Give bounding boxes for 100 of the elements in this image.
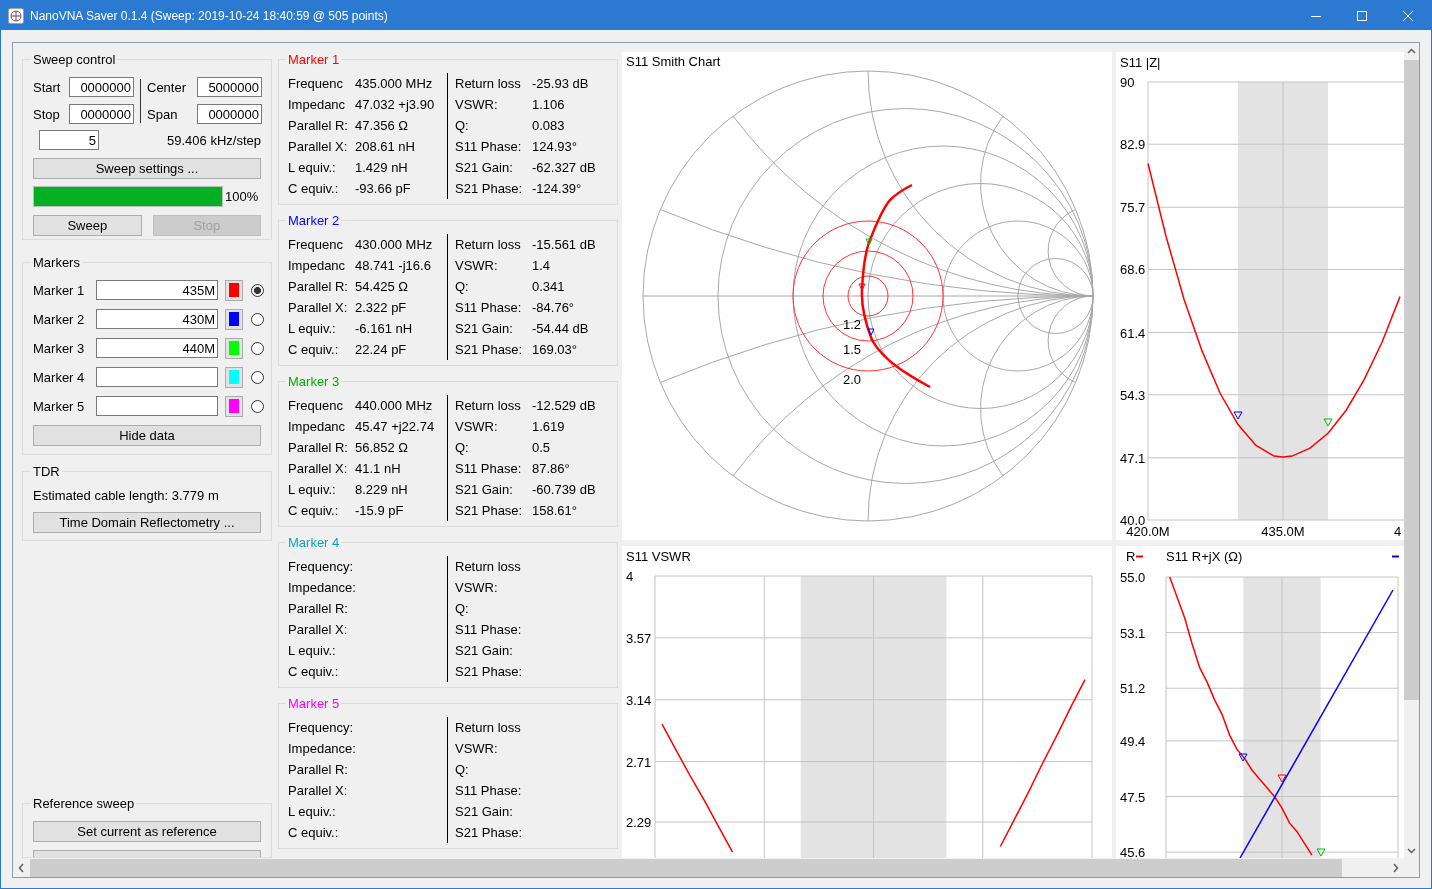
axis-label: 3.14 xyxy=(626,692,652,708)
group-title: Markers xyxy=(32,255,81,270)
axis-label: 435.0M xyxy=(1261,524,1305,539)
field-value: 430.000 MHz xyxy=(355,237,434,252)
field-label: Frequency: xyxy=(288,720,355,735)
field-label: VSWR: xyxy=(455,97,499,112)
input-field[interactable]: 440M xyxy=(96,338,218,358)
field-value: 41.1 nH xyxy=(355,461,402,476)
color-button[interactable] xyxy=(225,279,243,301)
radio-button[interactable] xyxy=(251,312,264,326)
field-value: -84.76° xyxy=(532,300,576,315)
field-label: Center xyxy=(147,79,188,95)
input-field[interactable]: 0000000 xyxy=(69,104,134,124)
field-value: 45.47 +j22.74 xyxy=(355,419,436,434)
scrollbar-thumb[interactable] xyxy=(30,859,1342,877)
field-label: C equiv.: xyxy=(288,503,340,518)
axis-label: 55.0 xyxy=(1120,570,1146,585)
hide-data-button[interactable]: Hide data xyxy=(33,425,261,446)
cable-length-text: Estimated cable length: 3.779 m xyxy=(33,488,220,505)
axis-label: 2.29 xyxy=(626,815,652,831)
field-label: L equiv.: xyxy=(288,643,337,658)
marker-title: Marker 1 xyxy=(287,52,341,67)
color-button[interactable] xyxy=(225,395,243,417)
field-value: 1.4 xyxy=(532,258,552,273)
input-field[interactable] xyxy=(96,367,218,387)
axis-label: 75.7 xyxy=(1120,200,1146,216)
marker-label: Marker 1 xyxy=(33,282,86,298)
field-label: Impedance: xyxy=(288,741,355,756)
field-label: Parallel X: xyxy=(288,139,349,154)
reference-button[interactable]: Set current as reference xyxy=(33,821,261,842)
field-label: Q: xyxy=(455,762,470,777)
field-value: 440.000 MHz xyxy=(355,398,434,413)
input-field[interactable] xyxy=(96,396,218,416)
field-label: Frequency: xyxy=(288,559,355,574)
field-label: S21 Gain: xyxy=(455,643,514,658)
input-field[interactable]: 430M xyxy=(96,309,218,329)
field-value: 0.341 xyxy=(532,279,566,294)
marker-title: Marker 2 xyxy=(287,213,341,228)
axis-label: 2.71 xyxy=(626,754,652,770)
field-label: Return loss xyxy=(455,720,522,735)
radio-button[interactable] xyxy=(251,283,264,297)
radio-button[interactable] xyxy=(251,370,264,384)
field-label: S21 Phase: xyxy=(455,342,524,357)
settings-button[interactable]: Sweep settings ... xyxy=(33,158,261,179)
axis-label: 4 xyxy=(1394,524,1402,539)
field-value: -62.327 dB xyxy=(532,160,596,175)
chart-title: S11 VSWR xyxy=(626,549,691,564)
field-value: -6.161 nH xyxy=(355,321,414,336)
field-value: 208.61 nH xyxy=(355,139,416,154)
field-label: Q: xyxy=(455,279,470,294)
maximize-icon[interactable] xyxy=(1357,10,1367,21)
field-label: Return loss xyxy=(455,237,522,252)
field-value: 87.86° xyxy=(532,461,571,476)
input-field[interactable]: 5 xyxy=(39,130,99,150)
marker-icon xyxy=(867,328,875,336)
field-value: -124.39° xyxy=(532,181,583,196)
progress-label: 100% xyxy=(225,189,259,204)
field-label: Frequenc xyxy=(288,237,344,252)
field-label: S21 Gain: xyxy=(455,321,514,336)
color-button[interactable] xyxy=(225,366,243,388)
field-label: S11 Phase: xyxy=(455,300,523,315)
field-label: L equiv.: xyxy=(288,160,337,175)
chart-title: S11 |Z| xyxy=(1120,55,1161,70)
marker-label: Marker 3 xyxy=(33,340,86,356)
radio-button[interactable] xyxy=(251,341,264,355)
field-value: -93.66 pF xyxy=(355,181,412,196)
field-value: 22.24 pF xyxy=(355,342,408,357)
field-value: 47.356 Ω xyxy=(355,118,410,133)
marker-label: Marker 4 xyxy=(33,369,86,385)
color-button[interactable] xyxy=(225,308,243,330)
field-label: VSWR: xyxy=(455,258,499,273)
field-value: -12.529 dB xyxy=(532,398,596,413)
marker-label: Marker 2 xyxy=(33,311,86,327)
marker-icon xyxy=(865,238,873,246)
field-label: C equiv.: xyxy=(288,664,340,679)
field-label: S21 Phase: xyxy=(455,503,524,518)
input-field[interactable]: 0000000 xyxy=(69,77,134,97)
axis-label: 45.6 xyxy=(1120,845,1146,858)
close-icon[interactable] xyxy=(1403,10,1413,21)
sweep-button[interactable]: Sweep xyxy=(33,215,142,236)
field-value: -60.739 dB xyxy=(532,482,596,497)
field-label: Impedance: xyxy=(288,580,355,595)
color-button[interactable] xyxy=(225,337,243,359)
scrollbar-thumb[interactable] xyxy=(1404,60,1419,700)
field-value: 1.106 xyxy=(532,97,566,112)
field-value: -54.44 dB xyxy=(532,321,590,336)
axis-label: 82.9 xyxy=(1120,137,1146,153)
field-value: 124.93° xyxy=(532,139,578,154)
input-field[interactable]: 435M xyxy=(96,280,218,300)
input-field[interactable]: 5000000 xyxy=(197,77,262,97)
radio-button[interactable] xyxy=(251,399,264,413)
tdr-button[interactable]: Time Domain Reflectometry ... xyxy=(33,512,261,533)
field-label: L equiv.: xyxy=(288,321,337,336)
input-field[interactable]: 0000000 xyxy=(197,104,262,124)
field-value: 56.852 Ω xyxy=(355,440,410,455)
field-label: C equiv.: xyxy=(288,181,340,196)
marker-title: Marker 3 xyxy=(287,374,341,389)
field-label: S21 Gain: xyxy=(455,482,514,497)
field-value: 2.322 pF xyxy=(355,300,408,315)
field-label: S21 Gain: xyxy=(455,804,514,819)
